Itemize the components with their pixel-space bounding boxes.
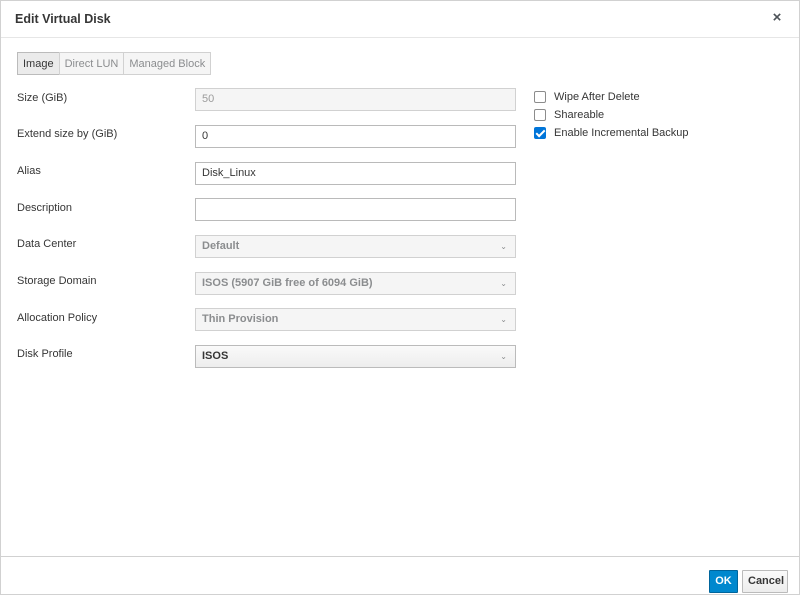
dialog-header: Edit Virtual Disk × <box>1 1 799 38</box>
shareable-option[interactable]: Shareable <box>534 109 604 121</box>
chevron-down-icon: ⌄ <box>500 315 507 324</box>
incremental-backup-checkbox[interactable] <box>534 127 546 139</box>
tab-managed-block[interactable]: Managed Block <box>123 52 212 75</box>
allocation-policy-value: Thin Provision <box>202 313 279 325</box>
close-icon[interactable]: × <box>769 9 785 27</box>
chevron-down-icon: ⌄ <box>500 279 507 288</box>
tab-image[interactable]: Image <box>17 52 60 75</box>
cancel-button[interactable]: Cancel <box>742 570 788 593</box>
extend-size-label: Extend size by (GiB) <box>17 128 118 140</box>
incremental-backup-option[interactable]: Enable Incremental Backup <box>534 127 689 139</box>
data-center-label: Data Center <box>17 238 77 250</box>
description-input[interactable] <box>195 198 516 221</box>
wipe-after-delete-label: Wipe After Delete <box>554 91 640 103</box>
extend-size-input[interactable]: 0 <box>195 125 516 148</box>
allocation-policy-select: Thin Provision ⌄ <box>195 308 516 331</box>
allocation-policy-label: Allocation Policy <box>17 312 98 324</box>
alias-input[interactable]: Disk_Linux <box>195 162 516 185</box>
wipe-after-delete-option[interactable]: Wipe After Delete <box>534 91 640 103</box>
disk-profile-value: ISOS <box>202 350 229 362</box>
alias-label: Alias <box>17 165 41 177</box>
chevron-down-icon: ⌄ <box>500 352 507 361</box>
storage-domain-select: ISOS (5907 GiB free of 6094 GiB) ⌄ <box>195 272 516 295</box>
disk-profile-select[interactable]: ISOS ⌄ <box>195 345 516 368</box>
ok-button[interactable]: OK <box>709 570 738 593</box>
size-field: 50 <box>195 88 516 111</box>
disk-type-tabs: Image Direct LUN Managed Block <box>17 52 212 75</box>
disk-profile-label: Disk Profile <box>17 348 73 360</box>
tab-direct-lun[interactable]: Direct LUN <box>58 52 125 75</box>
shareable-checkbox[interactable] <box>534 109 546 121</box>
description-label: Description <box>17 202 73 214</box>
data-center-select: Default ⌄ <box>195 235 516 258</box>
size-label: Size (GiB) <box>17 92 68 104</box>
incremental-backup-label: Enable Incremental Backup <box>554 127 689 139</box>
storage-domain-value: ISOS (5907 GiB free of 6094 GiB) <box>202 277 373 289</box>
dialog-title: Edit Virtual Disk <box>15 12 111 26</box>
shareable-label: Shareable <box>554 109 605 121</box>
edit-virtual-disk-dialog: Edit Virtual Disk × Image Direct LUN Man… <box>0 0 800 595</box>
data-center-value: Default <box>202 240 240 252</box>
dialog-footer: OK Cancel <box>1 556 799 594</box>
wipe-after-delete-checkbox[interactable] <box>534 91 546 103</box>
chevron-down-icon: ⌄ <box>500 242 507 251</box>
storage-domain-label: Storage Domain <box>17 275 97 287</box>
